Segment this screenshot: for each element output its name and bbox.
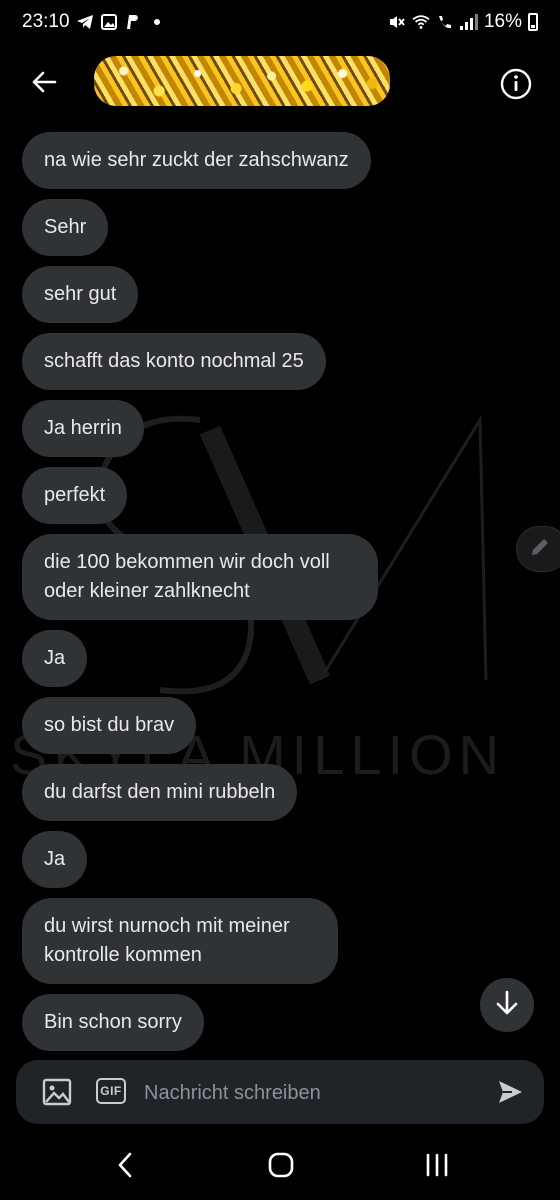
status-right: 16% [388,11,538,33]
battery-icon [528,13,538,31]
signal-icon [459,14,478,30]
wifi-icon [412,13,430,31]
status-bar: 23:10 16% [0,0,560,44]
message-bubble[interactable]: Bin schon sorry [22,994,204,1051]
message-bubble[interactable]: Ja [22,630,88,687]
gif-button[interactable]: GIF [96,1078,126,1104]
message-bubble[interactable]: perfekt [22,467,128,524]
chevron-left-icon[interactable] [116,1152,134,1183]
call-icon [436,13,454,31]
info-icon[interactable] [500,68,532,105]
arrow-left-icon[interactable] [30,68,58,96]
message-bubble[interactable]: du darfst den mini rubbeln [22,764,298,821]
system-navigation-bar [0,1130,560,1200]
contact-name-redacted[interactable] [94,56,390,106]
recents-icon[interactable] [424,1152,450,1183]
edit-button[interactable] [516,526,560,572]
message-bubble[interactable]: schafft das konto nochmal 25 [22,333,326,390]
mute-icon [388,13,406,31]
message-bubble[interactable]: die 100 bekommen wir doch voll oder klei… [22,534,378,620]
message-bubble[interactable]: Sehr [22,199,109,256]
home-icon[interactable] [268,1152,294,1183]
scroll-to-bottom-button[interactable] [480,978,534,1032]
dot-icon [148,13,166,31]
status-left: 23:10 [22,11,166,33]
message-bubble[interactable]: sehr gut [22,266,139,323]
message-list[interactable]: na wie sehr zuckt der zahschwanz Sehr se… [22,132,442,1061]
image-icon[interactable] [42,1078,72,1106]
paypal-icon [124,13,142,31]
gallery-icon [100,13,118,31]
message-composer: GIF [16,1060,544,1124]
telegram-icon [76,13,94,31]
send-icon[interactable] [496,1078,524,1106]
message-bubble[interactable]: Ja [22,831,88,888]
status-time: 23:10 [22,11,70,32]
message-bubble[interactable]: du wirst nurnoch mit meiner kontrolle ko… [22,898,338,984]
arrow-down-icon [495,990,519,1021]
message-bubble[interactable]: na wie sehr zuckt der zahschwanz [22,132,371,189]
battery-percent: 16% [483,11,522,32]
pencil-icon [529,536,551,563]
message-bubble[interactable]: Ja herrin [22,400,144,457]
message-input[interactable] [144,1078,484,1108]
message-bubble[interactable]: so bist du brav [22,697,197,754]
